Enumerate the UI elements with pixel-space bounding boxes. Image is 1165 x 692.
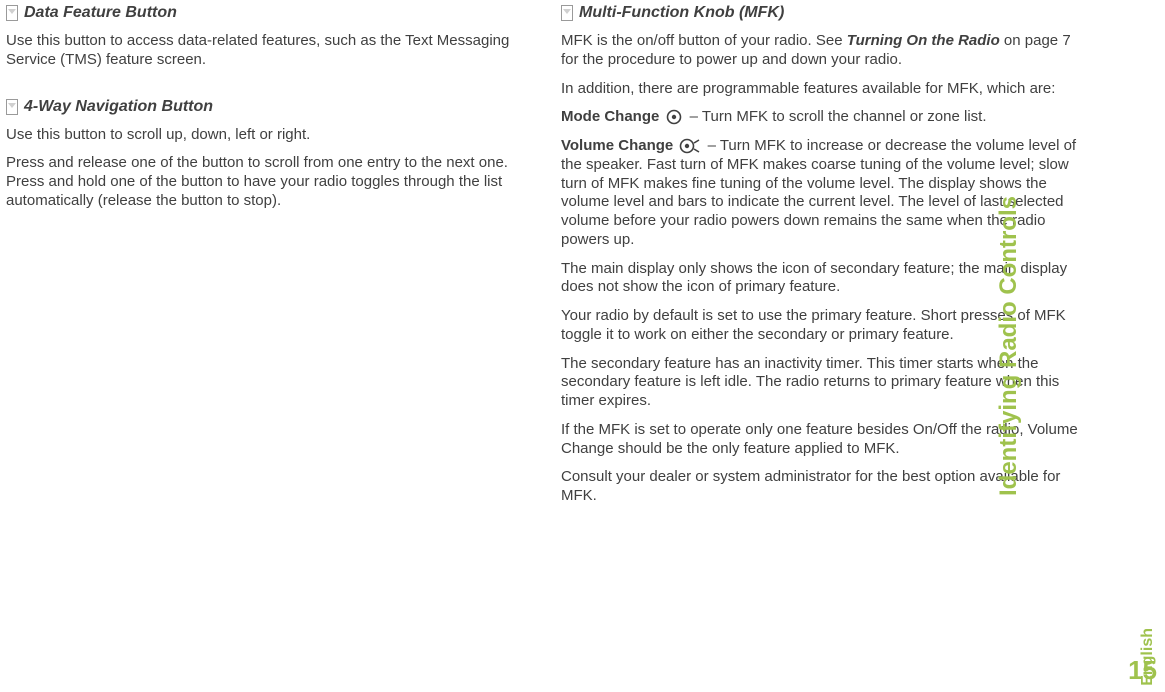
text: MFK is the on/off button of your radio. … bbox=[561, 32, 847, 49]
right-column: Multi-Function Knob (MFK) MFK is the on/… bbox=[555, 0, 1110, 516]
cross-reference: Turning On the Radio bbox=[847, 32, 1000, 49]
content-columns: Data Feature Button Use this button to a… bbox=[0, 0, 1110, 516]
feature-label: Mode Change bbox=[561, 108, 664, 125]
bookmark-icon bbox=[6, 5, 18, 21]
bookmark-icon bbox=[6, 99, 18, 115]
heading-text: Multi-Function Knob (MFK) bbox=[579, 4, 784, 22]
heading-text: 4-Way Navigation Button bbox=[24, 98, 213, 116]
section-heading-mfk: Multi-Function Knob (MFK) bbox=[561, 4, 1090, 22]
section-heading-data-feature: Data Feature Button bbox=[6, 4, 535, 22]
chapter-title: Identifying Radio Controls bbox=[995, 196, 1023, 496]
paragraph: Use this button to access data-related f… bbox=[6, 32, 535, 70]
page-number: 15 bbox=[1128, 655, 1157, 686]
left-column: Data Feature Button Use this button to a… bbox=[0, 0, 555, 516]
section-heading-4way-nav: 4-Way Navigation Button bbox=[6, 98, 535, 116]
mode-change-icon bbox=[666, 109, 684, 125]
heading-text: Data Feature Button bbox=[24, 4, 177, 22]
paragraph: In addition, there are programmable feat… bbox=[561, 80, 1090, 99]
volume-change-icon bbox=[679, 138, 701, 154]
paragraph: Press and release one of the button to s… bbox=[6, 154, 535, 210]
bookmark-icon bbox=[561, 5, 573, 21]
feature-label: Volume Change bbox=[561, 137, 677, 154]
paragraph-mode-change: Mode Change – Turn MFK to scroll the cha… bbox=[561, 108, 1090, 127]
paragraph: MFK is the on/off button of your radio. … bbox=[561, 32, 1090, 70]
document-page: Data Feature Button Use this button to a… bbox=[0, 0, 1165, 692]
side-bar: Identifying Radio Controls bbox=[1129, 30, 1159, 662]
text: – Turn MFK to scroll the channel or zone… bbox=[686, 108, 987, 125]
paragraph: Use this button to scroll up, down, left… bbox=[6, 126, 535, 145]
